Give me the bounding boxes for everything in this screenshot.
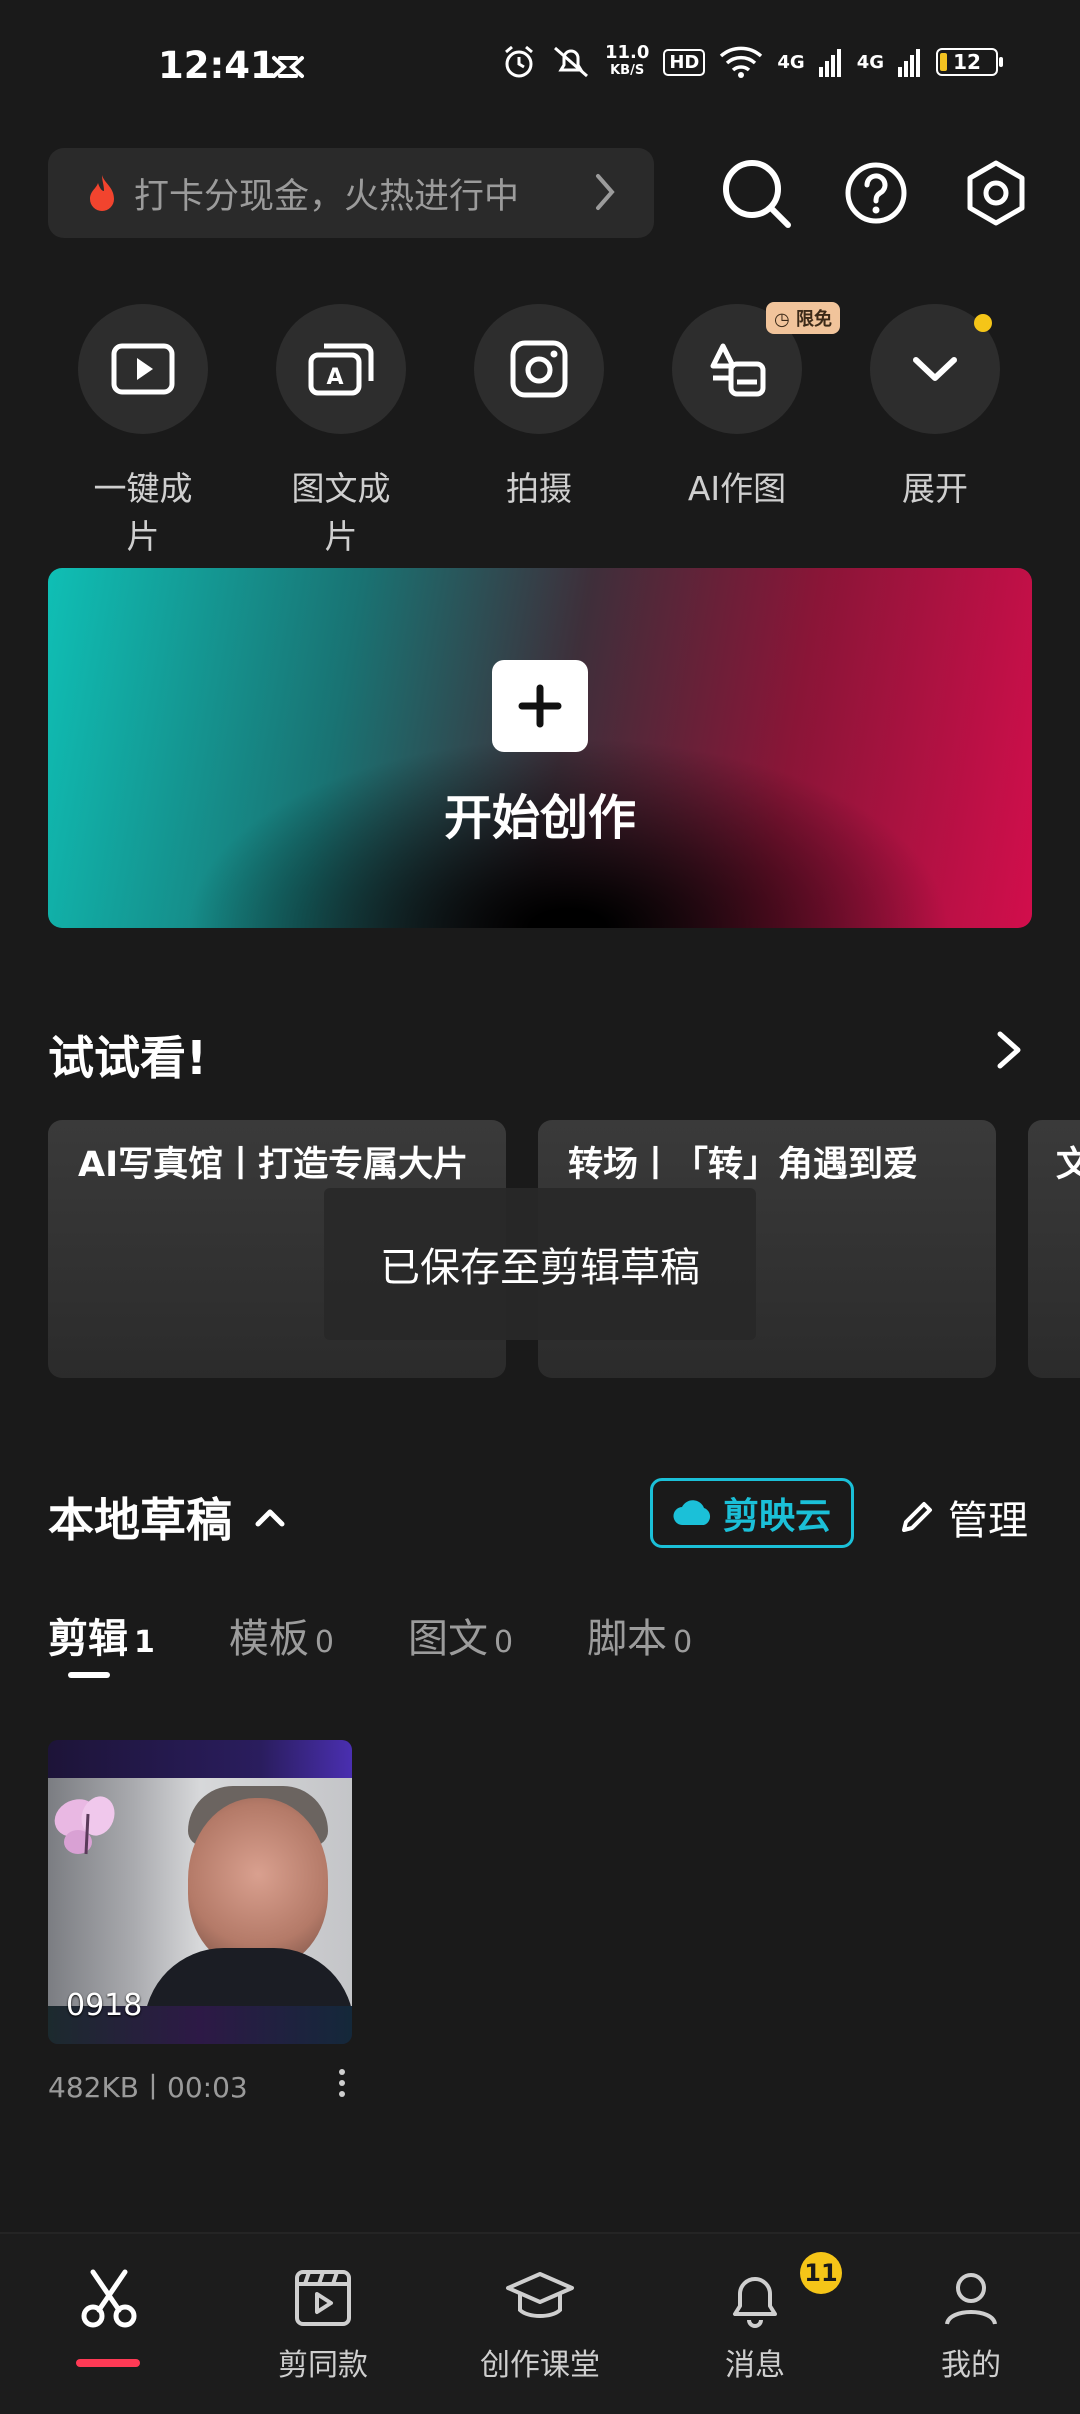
try-card-title: AI写真馆丨打造专属大片 — [78, 1145, 469, 1185]
mute-icon — [553, 46, 588, 78]
try-section-title: 试试看! — [48, 1031, 207, 1085]
promo-banner[interactable]: 打卡分现金，火热进行中 — [48, 148, 654, 238]
status-icons: 11.0 KB/S HD 4G 4G 12 — [501, 44, 1003, 80]
tab-count: 0 — [314, 1625, 334, 1660]
chevron-down-icon — [913, 357, 957, 381]
plus-icon — [492, 660, 588, 752]
promo-text: 打卡分现金，火热进行中 — [134, 176, 520, 217]
tab-label: 图文 — [407, 1616, 488, 1662]
draft-thumbnail[interactable]: 0918 — [48, 1740, 352, 2044]
saved-toast: 已保存至剪辑草稿 — [324, 1188, 756, 1340]
draft-name: 0918 — [66, 1988, 143, 2023]
try-card-partial[interactable]: 文 — [1028, 1120, 1080, 1378]
wifi-icon — [720, 46, 763, 78]
try-card-title: 转场丨「转」角遇到爱 — [568, 1145, 919, 1185]
tab-count: 0 — [493, 1625, 514, 1660]
nav-profile[interactable]: 我的 — [896, 2266, 1046, 2384]
butterfly-sticker-icon — [54, 1796, 115, 1855]
flame-icon — [90, 175, 114, 211]
search-icon[interactable] — [716, 153, 796, 233]
help-icon[interactable] — [836, 153, 916, 233]
play-icon — [111, 343, 175, 395]
net-speed-value: 11.0 — [604, 42, 650, 63]
status-bar: 12:41 11.0 KB/S HD 4G 4G 12 — [0, 0, 1080, 140]
tab-label: 脚本 — [587, 1616, 668, 1662]
quick-action-label: 图文成片 — [291, 469, 391, 556]
net-speed: 11.0 KB/S — [605, 44, 649, 80]
nav-label: 创作课堂 — [480, 2348, 600, 2383]
cloud-button[interactable]: 剪映云 — [650, 1478, 854, 1548]
bell-icon — [733, 2277, 777, 2328]
message-count-badge: 11 — [800, 2252, 842, 2294]
cloud-label: 剪映云 — [722, 1496, 831, 1537]
free-badge-text: 限免 — [795, 309, 832, 330]
draft-meta: 482KB丨00:03 — [48, 2071, 248, 2104]
quick-action-label: 一键成片 — [93, 469, 193, 556]
quick-action-ai-image[interactable]: ◷ 限免 AI作图 — [672, 302, 840, 510]
nav-label: 我的 — [941, 2348, 1001, 2383]
svg-text:A: A — [326, 365, 343, 390]
settings-icon[interactable] — [956, 153, 1036, 233]
active-nav-indicator — [76, 2359, 140, 2367]
nav-label: 消息 — [725, 2348, 785, 2383]
cloud-icon — [673, 1500, 711, 1526]
signal-1-icon — [818, 49, 841, 77]
chevron-right-icon[interactable] — [992, 1028, 1026, 1072]
start-creation-banner[interactable]: 开始创作 — [48, 568, 1032, 928]
tab-image-text[interactable]: 图文 0 — [408, 1606, 513, 1664]
graduation-cap-icon — [506, 2272, 574, 2318]
user-icon — [945, 2273, 997, 2325]
manage-label: 管理 — [948, 1498, 1028, 1544]
signal-1-label: 4G — [777, 51, 805, 73]
tab-count: 1 — [134, 1625, 155, 1660]
quick-action-one-click[interactable]: 一键成片 — [78, 304, 208, 558]
edit-icon — [902, 1502, 932, 1532]
nav-creator-class[interactable]: 创作课堂 — [465, 2266, 615, 2384]
alarm-icon — [504, 45, 533, 78]
quick-action-camera[interactable]: 拍摄 — [474, 304, 604, 510]
text-to-video-icon: A — [308, 343, 374, 396]
quick-action-text-to-video[interactable]: A 图文成片 — [276, 304, 406, 558]
signal-2-label: 4G — [856, 51, 884, 73]
quick-action-label: 展开 — [902, 469, 968, 508]
hd-badge: HD — [663, 48, 706, 76]
more-options-icon[interactable] — [334, 2068, 350, 2098]
local-drafts-title: 本地草稿 — [48, 1493, 232, 1547]
battery-icon: 12 — [936, 48, 1003, 76]
nav-templates[interactable]: 剪同款 — [248, 2266, 398, 2384]
camera-icon — [510, 340, 568, 398]
bottom-navigation: 剪同款 创作课堂 消息 11 我的 — [0, 2232, 1080, 2414]
signal-2-icon — [898, 49, 920, 77]
status-time: 12:41 — [158, 44, 276, 87]
nav-label: 剪同款 — [278, 2348, 368, 2383]
app-notification-icon — [272, 56, 304, 78]
nav-edit[interactable] — [34, 2266, 184, 2340]
local-drafts-header[interactable]: 本地草稿 — [48, 1484, 286, 1550]
notification-dot — [974, 314, 992, 332]
tab-edit[interactable]: 剪辑 1 — [48, 1606, 155, 1678]
scissors-icon — [81, 2269, 137, 2328]
battery-level: 12 — [953, 50, 981, 74]
template-video-icon — [295, 2270, 351, 2326]
draft-tabs: 剪辑 1 模板 0 图文 0 脚本 0 — [48, 1606, 766, 1678]
tab-label: 模板 — [228, 1616, 309, 1662]
tab-count: 0 — [673, 1625, 693, 1660]
chevron-right-icon — [596, 174, 615, 210]
tab-template[interactable]: 模板 0 — [229, 1606, 334, 1664]
tab-label: 剪辑 — [48, 1616, 128, 1662]
ai-image-icon — [710, 343, 766, 397]
chevron-up-icon — [255, 1509, 285, 1527]
net-speed-unit: KB/S — [610, 63, 645, 78]
free-badge: ◷ 限免 — [766, 302, 840, 334]
quick-action-expand[interactable]: 展开 — [870, 304, 1000, 510]
quick-action-label: 拍摄 — [506, 469, 572, 508]
manage-button[interactable]: 管理 — [898, 1488, 1028, 1546]
active-tab-indicator — [68, 1672, 110, 1678]
try-card-title: 文 — [1056, 1145, 1080, 1185]
start-creation-title: 开始创作 — [443, 790, 636, 846]
quick-action-label: AI作图 — [687, 469, 787, 508]
tab-script[interactable]: 脚本 0 — [587, 1606, 692, 1664]
